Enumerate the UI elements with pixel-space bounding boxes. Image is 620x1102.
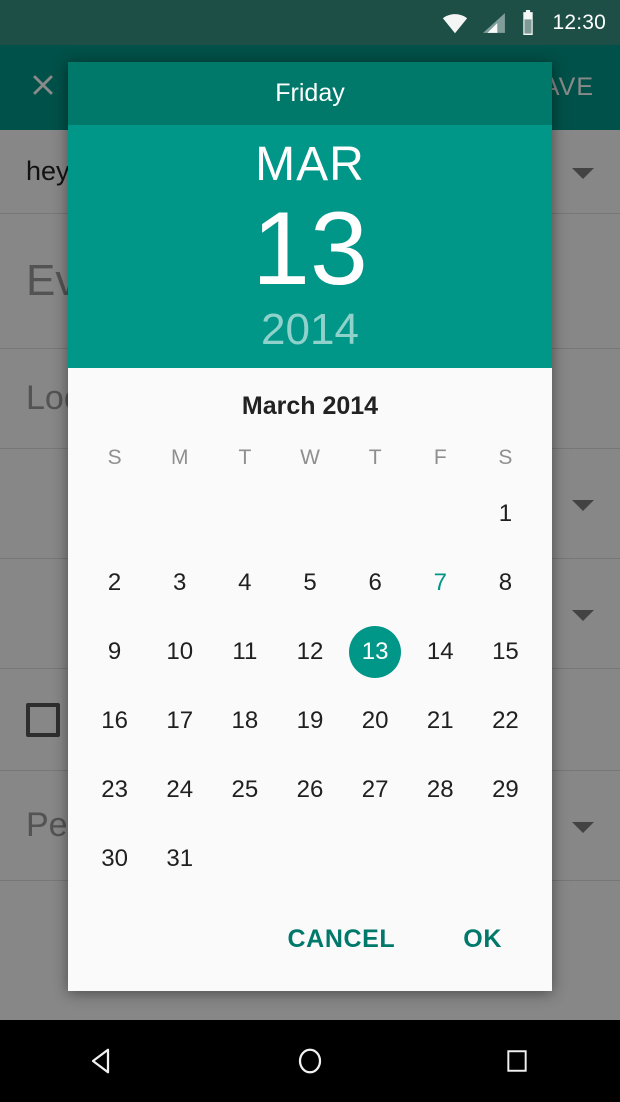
calendar-day-10[interactable]: 10 <box>147 617 212 686</box>
header-month[interactable]: MAR <box>255 140 365 189</box>
calendar-day-15[interactable]: 15 <box>473 617 538 686</box>
cancel-button[interactable]: CANCEL <box>280 915 404 964</box>
calendar-day-grid: 1 2 3 4 5 6 7 8 9 10 11 12 13 14 15 16 17 18 19 20 21 22 23 24 2… <box>68 479 552 893</box>
calendar-day-14[interactable]: 14 <box>408 617 473 686</box>
calendar-day-24[interactable]: 24 <box>147 755 212 824</box>
calendar-day-25[interactable]: 25 <box>212 755 277 824</box>
calendar-day-blank <box>343 479 408 548</box>
calendar-body: March 2014 SMTWTFS 1 2 3 4 5 6 7 8 9 10 11 12 13 14 15… <box>68 368 552 893</box>
calendar-day-blank <box>277 479 342 548</box>
dialog-actions: CANCEL OK <box>68 893 552 967</box>
status-clock: 12:30 <box>552 10 606 34</box>
selected-day-circle: 13 <box>349 625 402 678</box>
home-icon[interactable] <box>250 1046 370 1076</box>
calendar-day-22[interactable]: 22 <box>473 686 538 755</box>
calendar-day-13[interactable]: 13 <box>343 617 408 686</box>
calendar-day-blank <box>147 479 212 548</box>
calendar-day-7[interactable]: 7 <box>408 548 473 617</box>
calendar-day-12[interactable]: 12 <box>277 617 342 686</box>
calendar-day-blank <box>212 479 277 548</box>
calendar-day-6[interactable]: 6 <box>343 548 408 617</box>
recents-icon[interactable] <box>457 1048 577 1074</box>
calendar-day-blank <box>408 479 473 548</box>
calendar-day-31[interactable]: 31 <box>147 824 212 893</box>
calendar-day-1[interactable]: 1 <box>473 479 538 548</box>
date-picker-header[interactable]: MAR 13 2014 <box>68 125 552 368</box>
calendar-day-28[interactable]: 28 <box>408 755 473 824</box>
weekday-header-1: M <box>170 446 189 469</box>
calendar-day-blank <box>82 479 147 548</box>
day-of-week-label: Friday <box>275 79 345 107</box>
calendar-day-8[interactable]: 8 <box>473 548 538 617</box>
cellular-signal-icon <box>482 12 506 34</box>
calendar-day-29[interactable]: 29 <box>473 755 538 824</box>
calendar-month-label: March 2014 <box>241 392 379 420</box>
weekday-header-3: W <box>300 446 320 469</box>
calendar-day-23[interactable]: 23 <box>82 755 147 824</box>
wifi-icon <box>442 12 468 34</box>
header-day[interactable]: 13 <box>252 194 368 304</box>
weekday-header-row: SMTWTFS <box>68 437 552 479</box>
weekday-header-0: S <box>107 446 122 469</box>
status-bar: 12:30 <box>0 0 620 45</box>
weekday-header-4: T <box>368 446 382 469</box>
calendar-day-18[interactable]: 18 <box>212 686 277 755</box>
calendar-day-4[interactable]: 4 <box>212 548 277 617</box>
calendar-day-16[interactable]: 16 <box>82 686 147 755</box>
dialog-titlebar: Friday <box>68 62 552 125</box>
battery-icon <box>520 10 536 35</box>
calendar-day-30[interactable]: 30 <box>82 824 147 893</box>
calendar-day-3[interactable]: 3 <box>147 548 212 617</box>
ok-button[interactable]: OK <box>455 915 510 964</box>
weekday-header-2: T <box>238 446 252 469</box>
calendar-day-20[interactable]: 20 <box>343 686 408 755</box>
weekday-header-5: F <box>433 446 447 469</box>
calendar-day-2[interactable]: 2 <box>82 548 147 617</box>
navigation-bar <box>0 1020 620 1102</box>
android-screen: SAVE hey Event name Location From Fri, T… <box>0 0 620 1102</box>
calendar-day-21[interactable]: 21 <box>408 686 473 755</box>
calendar-day-11[interactable]: 11 <box>212 617 277 686</box>
calendar-day-19[interactable]: 19 <box>277 686 342 755</box>
date-picker-dialog: Friday MAR 13 2014 March 2014 SMTWTFS 12… <box>68 62 552 991</box>
calendar-day-17[interactable]: 17 <box>147 686 212 755</box>
calendar-day-5[interactable]: 5 <box>277 548 342 617</box>
back-icon[interactable] <box>43 1046 163 1076</box>
calendar-day-27[interactable]: 27 <box>343 755 408 824</box>
header-year[interactable]: 2014 <box>261 308 359 352</box>
weekday-header-6: S <box>498 446 513 469</box>
calendar-day-9[interactable]: 9 <box>82 617 147 686</box>
calendar-day-26[interactable]: 26 <box>277 755 342 824</box>
